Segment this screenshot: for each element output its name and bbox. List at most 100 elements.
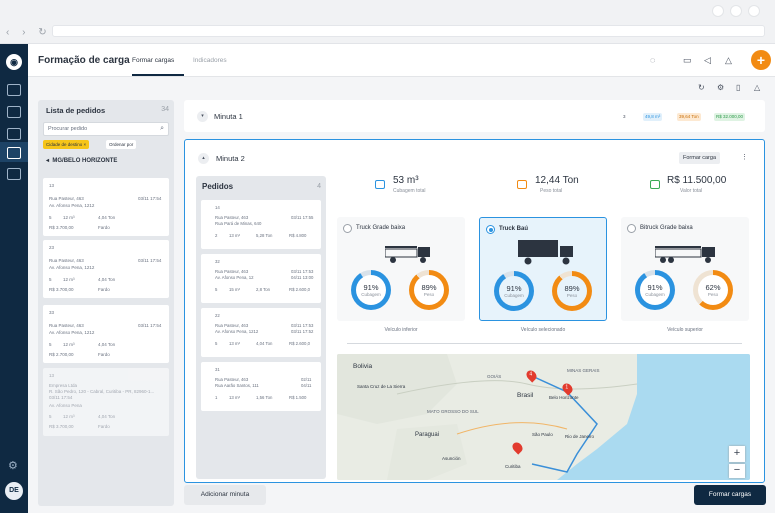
warehouse-icon[interactable] bbox=[7, 128, 21, 140]
list-item[interactable]: 32 Rua Pasteur, 463 Av. Afonso Pena, 12 … bbox=[201, 254, 321, 303]
order-value: R$ 1.500 bbox=[289, 395, 307, 400]
order-weight: 4,04 Ton bbox=[98, 342, 116, 347]
stat-weight-value: 12,44 Ton bbox=[535, 175, 579, 186]
chart-icon[interactable] bbox=[7, 168, 21, 180]
vehicle-option-lower[interactable]: Truck Grade baixa 91% Cubagem 89% Peso bbox=[337, 217, 465, 321]
formar-cargas-button[interactable]: Formar cargas bbox=[694, 485, 766, 505]
order-volume: 12 m³ bbox=[63, 277, 75, 282]
order-volume: 13 m³ bbox=[229, 233, 240, 238]
map-label-bolivia: Bolivia bbox=[353, 363, 373, 370]
order-weight: 1,56 Ton bbox=[256, 395, 273, 400]
cubagem-gauge: 91% Cubagem bbox=[635, 270, 675, 310]
chevron-up-icon[interactable]: ▴ bbox=[198, 153, 209, 164]
stat-value-value: R$ 11.500,00 bbox=[667, 175, 727, 186]
order-subaddress: Av. Afonso Pena bbox=[49, 403, 82, 408]
search-input[interactable]: Procurar pedido ⌕ bbox=[43, 122, 169, 136]
warning-icon[interactable]: △ bbox=[754, 83, 760, 92]
minuta-1-weight-badge: 39,64 Ton bbox=[677, 113, 701, 121]
order-qty: 5 bbox=[49, 277, 52, 282]
truck-icon[interactable] bbox=[7, 106, 21, 118]
order-qty: 5 bbox=[215, 287, 218, 292]
peso-label: Peso bbox=[423, 292, 435, 297]
pedidos-panel: Pedidos 4 14 Rua Pasteur, 463 Rua Pará d… bbox=[196, 176, 326, 479]
order-destination: Rua Aarão Santos, 111 bbox=[215, 383, 259, 388]
refresh-icon[interactable]: ↻ bbox=[698, 83, 705, 92]
order-weight: 4,04 Ton bbox=[98, 277, 116, 282]
list-item[interactable]: 23 Rua Pasteur, 463 Av. Afonso Pena, 121… bbox=[43, 240, 169, 298]
list-item[interactable]: 13 Empresa Ltda R. São Pedro, 120 - Cabr… bbox=[43, 368, 169, 436]
map-label-mato-grosso: MATO GROSSO DO SUL bbox=[427, 409, 479, 414]
minuta-1-row[interactable]: ▾ Minuta 1 3 49,8 m³ 39,64 Ton R$ 32.000… bbox=[184, 100, 765, 132]
vehicle-radio[interactable] bbox=[627, 224, 636, 233]
list-item[interactable]: 14 Rua Pasteur, 463 Rua Pará de Minas, 6… bbox=[201, 200, 321, 249]
load-icon[interactable] bbox=[7, 147, 21, 159]
route-map[interactable]: Bolivia Santa Cruz de La Sierra Brasil P… bbox=[337, 354, 750, 480]
group-header[interactable]: ◂ MG/BELO HORIZONTE bbox=[46, 157, 117, 164]
sort-dropdown[interactable]: Ordenar por bbox=[106, 140, 137, 149]
logo-icon[interactable]: ◉ bbox=[6, 54, 22, 70]
order-destination: Av. Afonso Pena, 1212 bbox=[215, 329, 259, 334]
add-minuta-button[interactable]: Adicionar minuta bbox=[184, 485, 266, 505]
search-icon[interactable]: ⌕ bbox=[160, 125, 164, 133]
url-bar[interactable] bbox=[52, 25, 765, 37]
order-volume: 13 m³ bbox=[229, 341, 240, 346]
order-id: 22 bbox=[215, 313, 220, 318]
list-item[interactable]: 13 Rua Pasteur, 463 Av. Afonso Pena, 121… bbox=[43, 178, 169, 236]
document-icon[interactable]: ▯ bbox=[736, 83, 740, 92]
order-destination: Rua Pará de Minas, 640 bbox=[215, 221, 262, 226]
vehicle-name: Bitruck Grade baixa bbox=[640, 225, 693, 231]
bell-icon[interactable]: △ bbox=[725, 55, 732, 66]
stat-value-label: Valor total bbox=[680, 188, 703, 194]
order-id: 13 bbox=[49, 373, 55, 378]
network-icon[interactable]: ⚙ bbox=[717, 83, 724, 92]
order-date-2: 04/11 bbox=[301, 383, 312, 388]
more-options-icon[interactable]: ⋮ bbox=[741, 153, 748, 161]
messages-icon[interactable]: ▭ bbox=[683, 55, 692, 66]
order-origin: Rua Pasteur, 463 bbox=[49, 258, 84, 263]
order-id: 23 bbox=[49, 245, 55, 250]
map-label-goias: GOIÁS bbox=[487, 374, 502, 379]
vehicle-radio[interactable] bbox=[486, 225, 495, 234]
peso-label: Peso bbox=[707, 292, 719, 297]
vehicle-option-upper[interactable]: Bitruck Grade baixa 91% Cubagem 62% Peso bbox=[621, 217, 749, 321]
vehicle-option-selected[interactable]: Truck Baú 91% Cubagem 89% Peso bbox=[479, 217, 607, 321]
tab-formar-cargas[interactable]: Formar cargas bbox=[132, 57, 174, 64]
order-origin: Rua Pasteur, 463 bbox=[215, 323, 249, 328]
order-destination: R. São Pedro, 120 - Cabral, Curitiba - P… bbox=[49, 389, 155, 394]
list-item[interactable]: 31 Rua Pasteur, 463 Rua Aarão Santos, 11… bbox=[201, 362, 321, 411]
filter-chip[interactable]: Cidade de destino × bbox=[43, 140, 90, 149]
stat-volume-label: Cubagem total bbox=[393, 188, 426, 194]
order-id: 32 bbox=[215, 259, 220, 264]
chevron-down-icon[interactable]: ▾ bbox=[197, 111, 208, 122]
cubagem-label: Cubagem bbox=[645, 292, 665, 297]
truck-bau-icon bbox=[518, 238, 578, 271]
box-icon[interactable] bbox=[7, 84, 21, 96]
browser-nav-icons[interactable]: ‹ › ↻ bbox=[6, 27, 52, 38]
map-background bbox=[337, 354, 750, 480]
chat-icon[interactable]: ◌ bbox=[650, 55, 655, 65]
zoom-out-button[interactable]: − bbox=[729, 464, 745, 478]
peso-label: Peso bbox=[566, 293, 578, 298]
order-weight: 4,04 Ton bbox=[256, 341, 273, 346]
cubagem-gauge: 91% Cubagem bbox=[494, 271, 534, 311]
vehicle-radio[interactable] bbox=[343, 224, 352, 233]
peso-percent: 89% bbox=[564, 284, 580, 293]
order-date: 03/11 17:53 bbox=[291, 269, 314, 274]
order-origin: Rua Pasteur, 463 bbox=[215, 269, 249, 274]
zoom-in-button[interactable]: + bbox=[729, 446, 745, 462]
order-weight: 5,28 Ton bbox=[256, 233, 273, 238]
list-item[interactable]: 33 Rua Pasteur, 463 Av. Afonso Pena, 121… bbox=[43, 305, 169, 363]
settings-icon[interactable]: ⚙ bbox=[8, 459, 18, 472]
order-origin: Rua Pasteur, 463 bbox=[49, 196, 84, 201]
vehicle-caption-upper: Veículo superior bbox=[667, 327, 703, 333]
list-item[interactable]: 22 Rua Pasteur, 463 Av. Afonso Pena, 121… bbox=[201, 308, 321, 357]
order-value: R$ 3.700,00 bbox=[49, 287, 74, 292]
order-id: 33 bbox=[49, 310, 55, 315]
avatar[interactable]: DE bbox=[5, 482, 23, 500]
tab-indicadores[interactable]: Indicadores bbox=[193, 57, 227, 64]
formar-carga-button[interactable]: Formar carga bbox=[679, 152, 721, 164]
order-value: R$ 2.600,0 bbox=[289, 287, 311, 292]
stat-weight-label: Peso total bbox=[540, 188, 563, 194]
megaphone-icon[interactable]: ◁ bbox=[704, 55, 711, 66]
add-button[interactable]: + bbox=[751, 50, 771, 70]
